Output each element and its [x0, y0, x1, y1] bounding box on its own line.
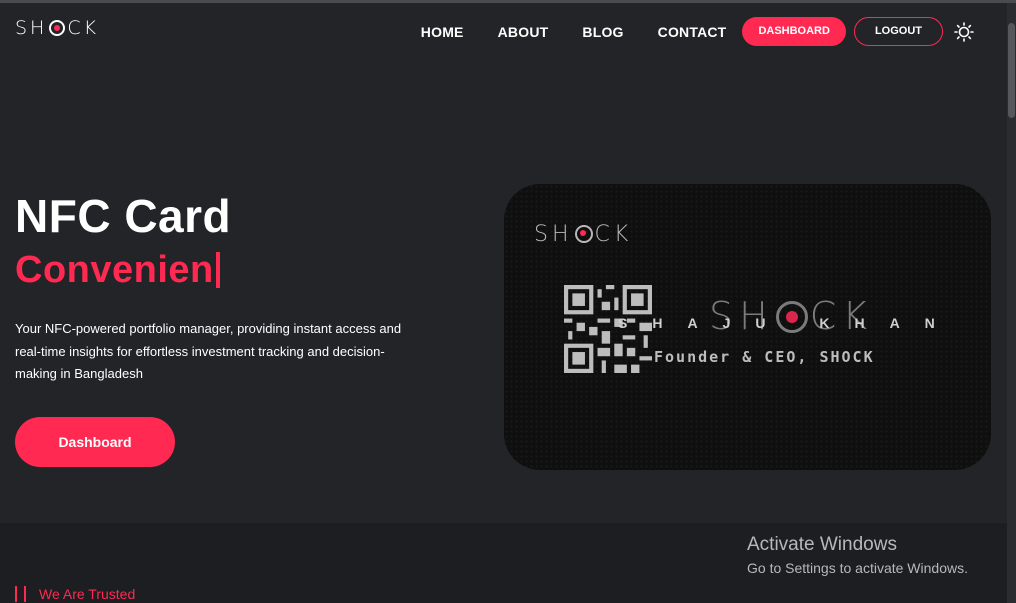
sun-icon[interactable] [953, 21, 975, 43]
windows-activation-watermark: Activate Windows Go to Settings to activ… [747, 534, 968, 576]
typing-caret [215, 252, 220, 288]
nav-home[interactable]: HOME [421, 24, 464, 40]
main-nav: HOME ABOUT BLOG CONTACT DASHBOARD LOGOUT [421, 17, 975, 46]
activate-subtitle: Go to Settings to activate Windows. [747, 560, 968, 576]
hero-title: NFC Card [15, 190, 232, 242]
nav-about[interactable]: ABOUT [498, 24, 549, 40]
logo-text-right: CK [67, 17, 100, 39]
hero-description: Your NFC-powered portfolio manager, prov… [15, 321, 402, 381]
activate-title: Activate Windows [747, 534, 897, 555]
double-bar-icon [15, 586, 26, 602]
card-logo-left: SH [534, 222, 573, 247]
card-logo: SH CK [534, 222, 632, 247]
logo[interactable]: SH CK [15, 17, 99, 39]
nav-contact[interactable]: CONTACT [658, 24, 727, 40]
nav-blog[interactable]: BLOG [582, 24, 623, 40]
section-label: We Are Trusted [15, 586, 135, 602]
site-header: SH CK HOME ABOUT BLOG CONTACT DASHBOARD L… [0, 3, 1007, 59]
card-holder-role: Founder & CEO, SHOCK [654, 348, 875, 366]
nfc-card-image: SH CK SH CK SHAJU KHAN Founder & CEO, SHOC… [504, 184, 991, 470]
typed-text: Convenien [15, 249, 214, 291]
card-logo-o-icon [574, 225, 593, 243]
section-label-text: We Are Trusted [39, 586, 136, 602]
hero-dashboard-button[interactable]: Dashboard [15, 417, 175, 467]
dashboard-button[interactable]: DASHBOARD [742, 17, 846, 46]
logout-button[interactable]: LOGOUT [853, 17, 943, 46]
logo-text-left: SH [15, 17, 48, 39]
scrollbar[interactable] [1007, 3, 1016, 603]
card-logo-right: CK [594, 222, 633, 247]
card-holder-name: SHAJU KHAN [618, 315, 960, 331]
scrollbar-thumb[interactable] [1008, 23, 1015, 118]
logo-o-icon [49, 20, 66, 36]
hero-typed-text: Convenien [15, 246, 220, 294]
